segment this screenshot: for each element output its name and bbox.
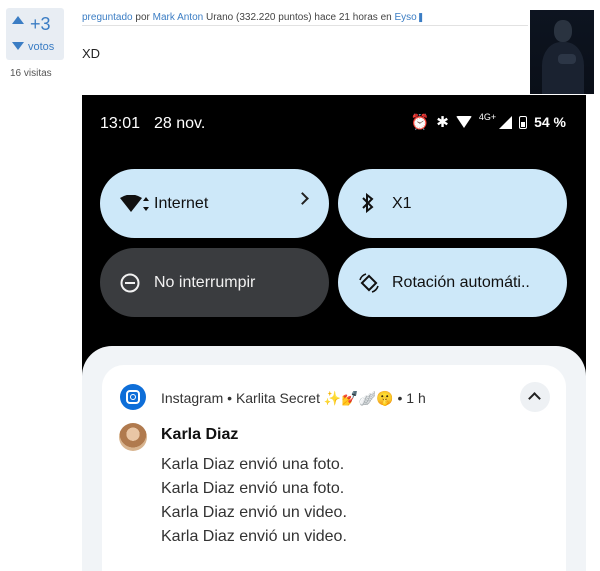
author-rank: Urano (332.220 puntos) [206, 12, 312, 23]
chevron-right-icon[interactable] [296, 192, 309, 205]
message-line: Karla Diaz envió un video. [161, 528, 347, 545]
post-meta: preguntado por Mark Anton Urano (332.220… [82, 12, 424, 23]
bluetooth-icon: ✱ [436, 114, 449, 131]
rotation-icon [359, 273, 379, 293]
notification-header: Instagram • Karlita Secret ✨💅🪽🤫 • 1 h [161, 390, 426, 407]
bluetooth-icon [362, 193, 374, 213]
account-name: Karlita Secret ✨💅🪽🤫 [235, 390, 394, 406]
vote-up-arrow-icon[interactable] [12, 16, 24, 24]
tile-do-not-disturb[interactable]: No interrumpir [100, 248, 329, 317]
vote-count: +3 [30, 14, 51, 34]
vote-label: votos [28, 41, 55, 53]
tag-icon: ❚ [416, 12, 425, 22]
wifi-icon [120, 195, 149, 212]
post-time: hace 21 horas [314, 12, 378, 23]
signal-icon [499, 115, 513, 129]
message-line: Karla Diaz envió una foto. [161, 456, 345, 473]
message-line: Karla Diaz envió un video. [161, 504, 347, 521]
collapse-button[interactable] [520, 382, 550, 412]
tile-label: X1 [392, 194, 412, 212]
view-count: 16 visitas [10, 68, 52, 79]
status-date: 28 nov. [154, 115, 206, 132]
asked-link[interactable]: preguntado [82, 12, 133, 23]
tile-label: No interrumpir [154, 273, 256, 291]
in-label: en [380, 12, 392, 23]
battery-level: 54 % [534, 114, 566, 130]
battery-icon [519, 115, 528, 129]
tile-internet[interactable]: Internet [100, 169, 329, 238]
tile-auto-rotate[interactable]: Rotación automáti.. [338, 248, 567, 317]
status-time: 13:01 [100, 115, 141, 132]
status-icons: ⏰ ✱ 4G+ 54 % [410, 112, 566, 131]
notification-time: 1 h [406, 390, 426, 406]
network-type: 4G+ [478, 112, 497, 122]
wifi-icon [455, 116, 472, 128]
post-body-text: XD [82, 46, 101, 61]
phone-screenshot: 13:01 28 nov. ⏰ ✱ 4G+ 54 % Internet X1 N… [82, 95, 586, 571]
separator: • [227, 390, 233, 406]
sender-avatar [119, 423, 147, 451]
vote-down-arrow-icon[interactable] [12, 42, 24, 50]
meta-divider [82, 25, 528, 26]
instagram-icon [120, 384, 146, 410]
separator: • [397, 390, 403, 406]
sender-name: Karla Diaz [161, 426, 239, 443]
dnd-icon [120, 273, 140, 293]
author-avatar[interactable] [530, 10, 594, 94]
tile-bluetooth[interactable]: X1 [338, 169, 567, 238]
tile-label: Internet [154, 194, 209, 212]
author-link[interactable]: Mark Anton [153, 12, 204, 23]
alarm-icon: ⏰ [410, 114, 430, 131]
category-link[interactable]: Eyso [394, 12, 416, 23]
chevron-up-icon [528, 392, 541, 405]
by-label: por [135, 12, 150, 23]
vote-box: +3 votos [6, 8, 64, 60]
tile-label: Rotación automáti.. [392, 273, 530, 291]
message-line: Karla Diaz envió una foto. [161, 480, 345, 497]
app-name: Instagram [161, 390, 224, 406]
